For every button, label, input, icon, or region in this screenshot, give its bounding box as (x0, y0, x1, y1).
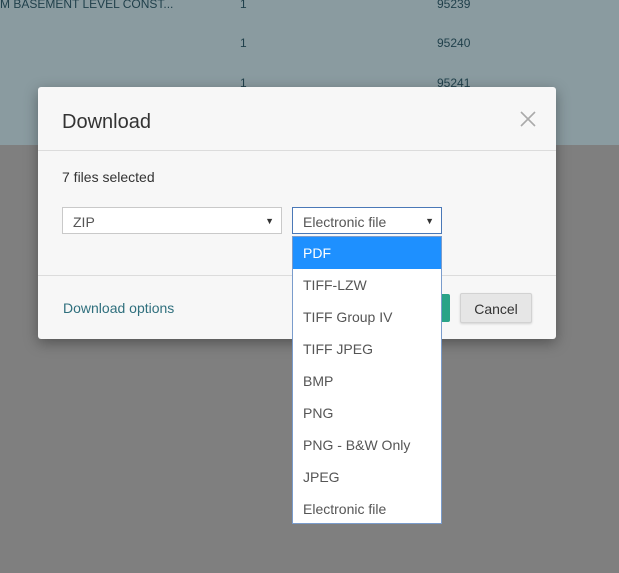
download-options-link[interactable]: Download options (63, 300, 174, 316)
file-type-select[interactable]: Electronic file ▼ (292, 207, 442, 234)
dropdown-option-tiff-group-iv[interactable]: TIFF Group IV (293, 301, 441, 333)
chevron-down-icon: ▼ (265, 216, 274, 226)
dropdown-option-png[interactable]: PNG (293, 397, 441, 429)
table-row: M BASEMENT LEVEL CONST... 1 95239 (0, 0, 619, 40)
table-row: 1 95240 (0, 36, 619, 76)
dialog-title: Download (62, 111, 151, 133)
dropdown-option-tiff-jpeg[interactable]: TIFF JPEG (293, 333, 441, 365)
table-cell-id: 95240 (437, 36, 471, 50)
dropdown-option-pdf[interactable]: PDF (293, 237, 441, 269)
file-type-value: Electronic file (303, 214, 387, 230)
archive-format-select[interactable]: ZIP ▼ (62, 207, 282, 234)
file-type-dropdown-list: PDF TIFF-LZW TIFF Group IV TIFF JPEG BMP… (292, 236, 442, 524)
dropdown-option-jpeg[interactable]: JPEG (293, 461, 441, 493)
dropdown-option-png-bw-only[interactable]: PNG - B&W Only (293, 429, 441, 461)
table-cell-qty: 1 (240, 36, 247, 50)
table-cell-name: M BASEMENT LEVEL CONST... (0, 0, 174, 11)
table-cell-qty: 1 (240, 0, 247, 11)
dropdown-option-electronic-file[interactable]: Electronic file (293, 493, 441, 525)
files-selected-text: 7 files selected (62, 169, 155, 185)
dropdown-option-tiff-lzw[interactable]: TIFF-LZW (293, 269, 441, 301)
cancel-button[interactable]: Cancel (460, 293, 532, 323)
header-divider (38, 150, 556, 151)
chevron-down-icon: ▼ (425, 216, 434, 226)
close-icon[interactable] (516, 107, 540, 131)
archive-format-value: ZIP (73, 214, 95, 230)
table-cell-id: 95239 (437, 0, 471, 11)
dropdown-option-bmp[interactable]: BMP (293, 365, 441, 397)
